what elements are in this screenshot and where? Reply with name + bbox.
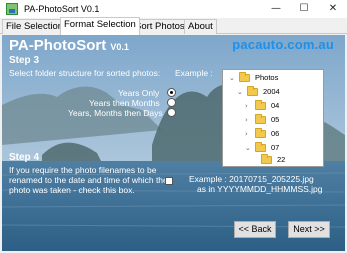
website-link[interactable]: pacauto.com.au — [232, 37, 334, 52]
app-icon — [6, 3, 18, 15]
minimize-icon[interactable]: — — [262, 0, 290, 18]
tab-about[interactable]: About — [184, 19, 217, 34]
folder-icon — [261, 154, 272, 164]
app-version: V0.1 — [110, 42, 129, 52]
option-label-years-only: Years Only — [118, 88, 160, 98]
step3-heading: Step 3 — [9, 55, 40, 66]
step4-text-line2: renamed to the date and time of which th… — [9, 175, 168, 185]
collapse-arrow-icon: › — [245, 130, 248, 138]
radio-years-months[interactable] — [167, 98, 176, 107]
title-bar: PA-PhotoSort V0.1 — ☐ ✕ — [0, 0, 347, 18]
format-selection-panel: PA-PhotoSort V0.1 pacauto.com.au Step 3 … — [2, 35, 345, 251]
collapse-arrow-icon: › — [245, 116, 248, 124]
rename-checkbox[interactable] — [165, 177, 173, 185]
folder-icon — [247, 86, 258, 96]
folder-icon — [239, 72, 250, 82]
tab-bar: File Selection Format Selection Sort Pho… — [0, 17, 347, 35]
close-icon[interactable]: ✕ — [319, 0, 347, 18]
rename-example-line1: Example : 20170715_205225.jpg — [189, 174, 314, 184]
expand-arrow-icon: ⌄ — [229, 74, 235, 82]
folder-icon — [255, 128, 266, 138]
folder-icon — [255, 142, 266, 152]
back-button[interactable]: << Back — [234, 221, 276, 238]
collapse-arrow-icon: › — [245, 102, 248, 110]
step4-heading: Step 4 — [9, 152, 40, 163]
step4-text-line3: photo was taken - check this box. — [9, 185, 135, 195]
step3-instruction: Select folder structure for sorted photo… — [9, 68, 161, 78]
expand-arrow-icon: ⌄ — [237, 88, 243, 96]
app-heading: PA-PhotoSort V0.1 — [9, 37, 129, 54]
example-folder-tree: ⌄ Photos ⌄ 2004 › 04 › 05 › 06 ⌄ 07 22 — [222, 69, 324, 167]
tab-format-selection[interactable]: Format Selection — [60, 17, 140, 35]
radio-years-only[interactable] — [167, 88, 176, 97]
rename-example-line2: as in YYYYMMDD_HHMMSS.jpg — [197, 184, 323, 194]
next-button[interactable]: Next >> — [288, 221, 330, 238]
maximize-icon[interactable]: ☐ — [290, 0, 318, 18]
radio-years-months-days[interactable] — [167, 108, 176, 117]
option-label-years-months: Years then Months — [89, 98, 160, 108]
step4-text-line1: If you require the photo filenames to be — [9, 165, 157, 175]
example-label: Example : — [175, 68, 213, 78]
app-window: PA-PhotoSort V0.1 — ☐ ✕ File Selection F… — [0, 0, 347, 253]
expand-arrow-icon: ⌄ — [245, 144, 251, 152]
tab-file-selection[interactable]: File Selection — [2, 19, 68, 34]
folder-icon — [255, 114, 266, 124]
folder-icon — [255, 100, 266, 110]
option-label-years-months-days: Years, Months then Days — [68, 108, 163, 118]
app-name: PA-PhotoSort — [9, 37, 107, 54]
window-title: PA-PhotoSort V0.1 — [24, 4, 100, 14]
